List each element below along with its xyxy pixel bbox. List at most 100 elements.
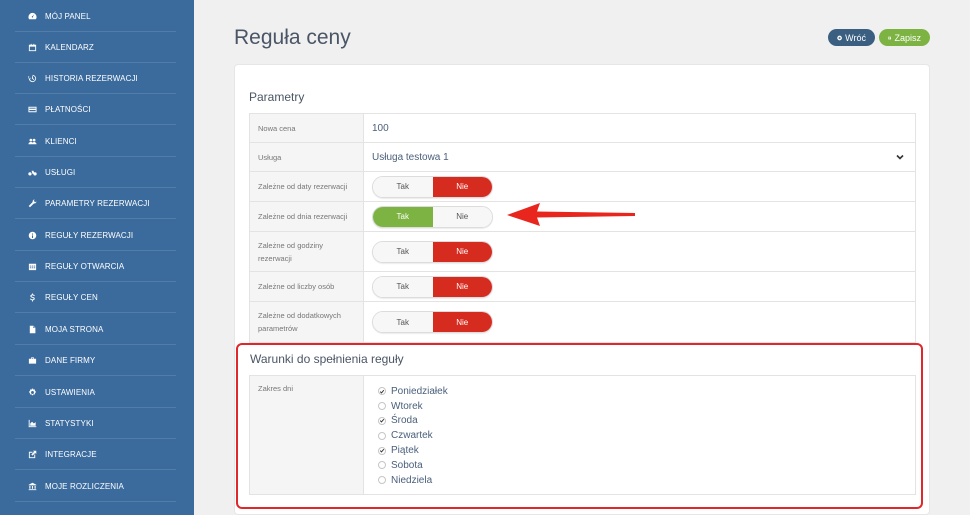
checkbox-checked[interactable] <box>378 446 386 455</box>
sidebar-item-platnosci[interactable]: PŁATNOŚCI <box>15 94 176 125</box>
sidebar-item-label: INTEGRACJE <box>45 449 97 459</box>
briefcase-icon <box>27 355 37 365</box>
checkbox-checked[interactable] <box>378 387 386 396</box>
toggle-label: Zależne od dodatkowych parametrów <box>250 302 364 342</box>
calendar-grid-icon <box>27 261 37 271</box>
gear-icon <box>27 387 37 397</box>
sidebar-item-integracje[interactable]: INTEGRACJE <box>15 439 176 470</box>
toggle-day[interactable]: Tak Nie <box>372 205 493 228</box>
day-option[interactable]: Piątek <box>378 443 448 458</box>
new-price-row: Nowa cena 100 <box>250 114 915 143</box>
new-price-input[interactable]: 100 <box>364 114 915 142</box>
sidebar-item-reguly-otwarcia[interactable]: REGUŁY OTWARCIA <box>15 251 176 282</box>
calendar-icon <box>27 42 37 52</box>
day-option[interactable]: Środa <box>378 414 448 429</box>
sidebar-item-klienci[interactable]: KLIENCI <box>15 126 176 157</box>
sidebar-item-label: KALENDARZ <box>45 42 94 52</box>
sidebar-item-label: MOJA STRONA <box>45 324 104 334</box>
day-label: Czwartek <box>391 430 433 442</box>
toggle-label: Zależne od daty rezerwacji <box>250 172 364 201</box>
checkbox-checked[interactable] <box>378 416 386 425</box>
day-option[interactable]: Sobota <box>378 458 448 473</box>
users-icon <box>27 136 37 146</box>
file-icon <box>27 324 37 334</box>
toggle-no[interactable]: Nie <box>432 241 492 262</box>
conditions-section: Warunki do spełnienia reguły Zakres dni … <box>236 343 923 509</box>
service-select-value: Usługa testowa 1 <box>372 151 449 163</box>
toggle-yes[interactable]: Tak <box>373 206 433 227</box>
params-table: Nowa cena 100 Usługa Usługa testowa 1 Za… <box>249 113 916 343</box>
toggle-no[interactable]: Nie <box>432 276 492 297</box>
sidebar-item-label: HISTORIA REZERWACJI <box>45 73 138 83</box>
back-button-label: Wróć <box>845 32 866 43</box>
checkbox-unchecked[interactable] <box>378 431 386 440</box>
toggle-yes[interactable]: Tak <box>373 241 433 262</box>
sidebar-item-label: STATYSTYKI <box>45 418 94 428</box>
sidebar-item-label: MÓJ PANEL <box>45 11 91 21</box>
arrow-left-icon <box>837 35 842 40</box>
sidebar-item-label: KLIENCI <box>45 136 77 146</box>
dollar-icon <box>27 292 37 302</box>
sidebar-item-ustawienia[interactable]: USTAWIENIA <box>15 377 176 408</box>
bicycle-icon <box>27 167 37 177</box>
toggle-yes[interactable]: Tak <box>373 176 433 197</box>
sidebar-item-label: REGUŁY REZERWACJI <box>45 230 134 240</box>
toggle-date[interactable]: Tak Nie <box>372 175 493 198</box>
sidebar-item-uslugi[interactable]: USŁUGI <box>15 157 176 188</box>
toggle-no[interactable]: Nie <box>432 176 492 197</box>
toggle-row-date: Zależne od daty rezerwacji Tak Nie <box>250 172 915 202</box>
sidebar-item-historia-rezerwacji[interactable]: HISTORIA REZERWACJI <box>15 63 176 94</box>
chevron-down-icon <box>895 152 905 162</box>
toggle-no[interactable]: Nie <box>432 312 492 332</box>
day-option[interactable]: Poniedziałek <box>378 384 448 399</box>
toggle-label: Zależne od dnia rezerwacji <box>250 202 364 231</box>
toggle-people[interactable]: Tak Nie <box>372 275 493 298</box>
service-select[interactable]: Usługa testowa 1 <box>364 143 915 171</box>
day-option[interactable]: Niedziela <box>378 473 448 488</box>
sidebar-item-label: USTAWIENIA <box>45 387 95 397</box>
sidebar-item-statystyki[interactable]: STATYSTYKI <box>15 408 176 439</box>
page-title: Reguła ceny <box>234 26 351 49</box>
checkbox-unchecked[interactable] <box>378 461 386 470</box>
wrench-icon <box>27 198 37 208</box>
sidebar-item-kalendarz[interactable]: KALENDARZ <box>15 32 176 63</box>
save-button[interactable]: Zapisz <box>879 29 930 46</box>
sidebar-item-label: PŁATNOŚCI <box>45 104 91 114</box>
sidebar-item-label: REGUŁY CEN <box>45 292 98 302</box>
checkbox-unchecked[interactable] <box>378 402 386 411</box>
service-row: Usługa Usługa testowa 1 <box>250 143 915 172</box>
sidebar-item-moje-rozliczenia[interactable]: MOJE ROZLICZENIA <box>15 471 176 502</box>
sidebar-item-moj-panel[interactable]: MÓJ PANEL <box>15 1 176 32</box>
floppy-disk-icon <box>888 36 892 39</box>
sidebar-item-reguly-rezerwacji[interactable]: REGUŁY REZERWACJI <box>15 220 176 251</box>
toggle-extra[interactable]: Tak Nie <box>372 311 493 333</box>
day-option[interactable]: Wtorek <box>378 399 448 414</box>
day-label: Wtorek <box>391 400 423 412</box>
toggle-hour[interactable]: Tak Nie <box>372 240 493 263</box>
sidebar-item-parametry-rezerwacji[interactable]: PARAMETRY REZERWACJI <box>15 188 176 219</box>
day-label: Poniedziałek <box>391 385 448 397</box>
toggle-label: Zależne od godziny rezerwacji <box>250 232 364 271</box>
toggle-row-people: Zależne od liczby osób Tak Nie <box>250 272 915 302</box>
back-button[interactable]: Wróć <box>828 29 875 46</box>
sidebar-item-dane-firmy[interactable]: DANE FIRMY <box>15 345 176 376</box>
service-label: Usługa <box>250 143 364 171</box>
sidebar-item-reguly-cen[interactable]: REGUŁY CEN <box>15 282 176 313</box>
dashboard-icon <box>27 11 37 21</box>
params-section-title: Parametry <box>249 90 305 104</box>
toggle-no[interactable]: Nie <box>432 206 492 227</box>
toggle-yes[interactable]: Tak <box>373 276 433 297</box>
annotation-arrow <box>507 203 635 226</box>
bank-icon <box>27 481 37 491</box>
day-label: Środa <box>391 415 418 427</box>
sidebar-item-label: PARAMETRY REZERWACJI <box>45 198 150 208</box>
toggle-yes[interactable]: Tak <box>373 312 433 332</box>
area-chart-icon <box>27 418 37 428</box>
checkbox-unchecked[interactable] <box>378 476 386 485</box>
sidebar-item-label: DANE FIRMY <box>45 355 96 365</box>
days-list: Poniedziałek Wtorek Środa Czwartek Piąte… <box>364 376 448 494</box>
day-option[interactable]: Czwartek <box>378 428 448 443</box>
new-price-label: Nowa cena <box>250 114 364 142</box>
sidebar-item-label: USŁUGI <box>45 167 76 177</box>
sidebar-item-moja-strona[interactable]: MOJA STRONA <box>15 314 176 345</box>
